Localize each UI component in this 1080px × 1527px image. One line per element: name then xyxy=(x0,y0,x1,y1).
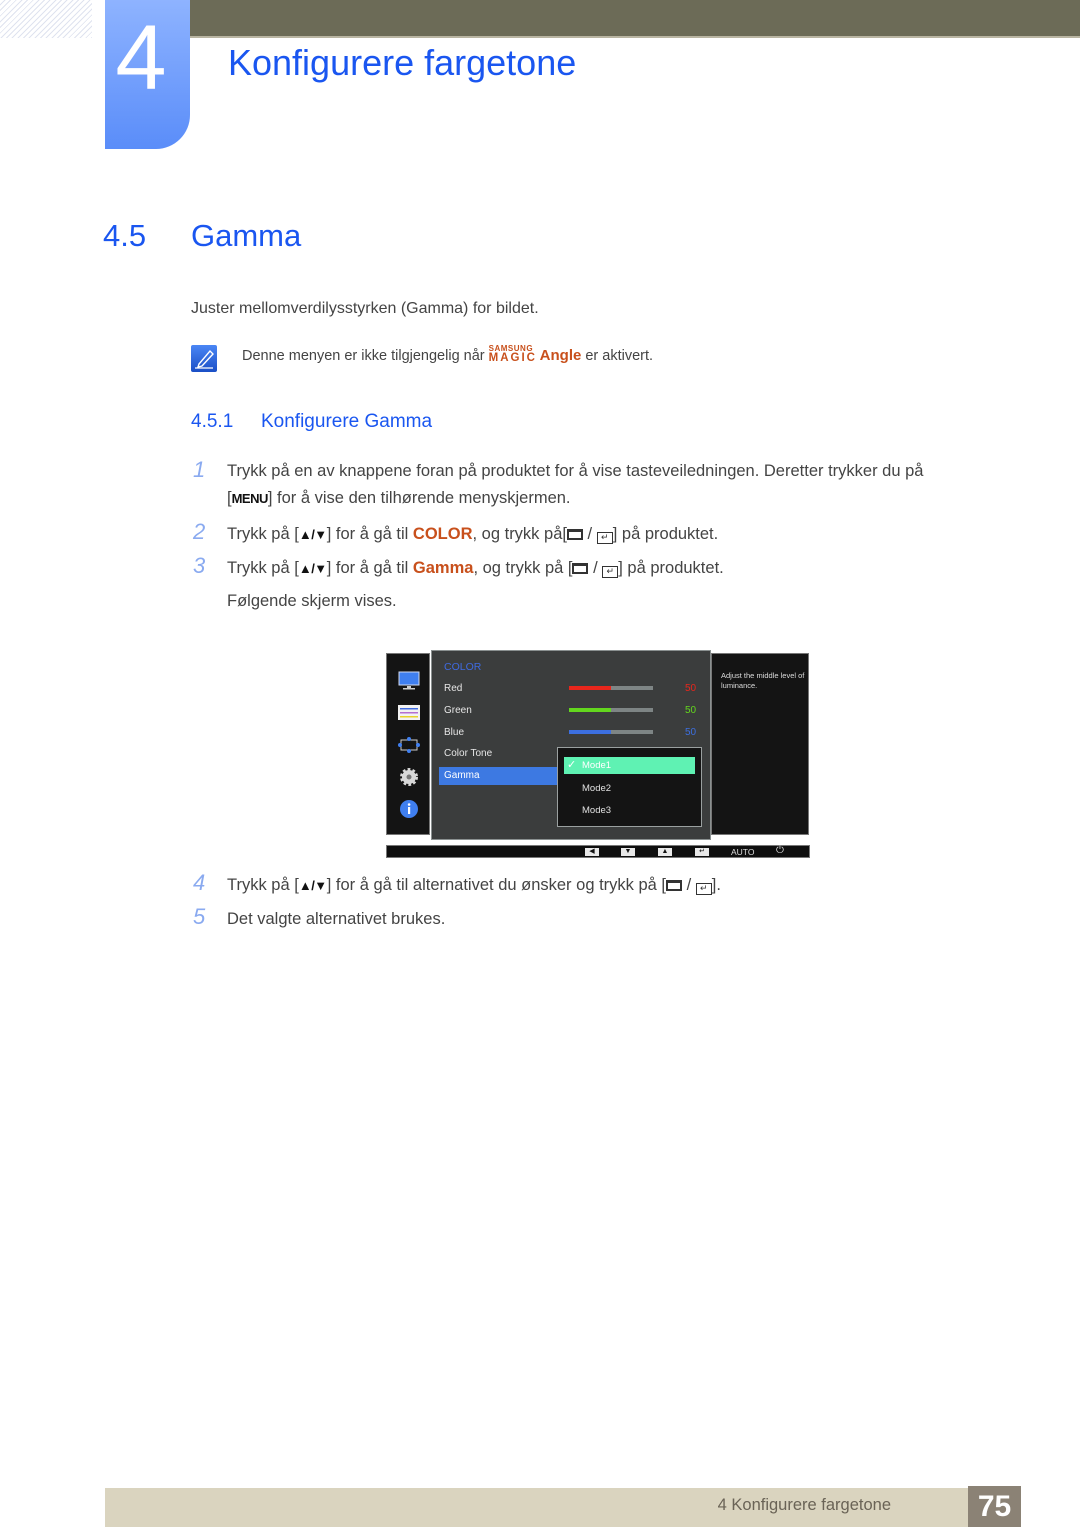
step-text: Trykk på [▲/▼] for å gå til Gamma, og tr… xyxy=(227,559,724,578)
blue-slider[interactable] xyxy=(569,730,653,734)
osd-item-green[interactable]: Green xyxy=(444,705,472,716)
power-icon[interactable]: ⏻ xyxy=(776,845,784,857)
section-intro: Juster mellomverdilysstyrken (Gamma) for… xyxy=(191,300,539,317)
up-down-arrow-icon: ▲/▼ xyxy=(298,527,327,542)
step-number: 1 xyxy=(193,457,206,482)
subsection-title: Konfigurere Gamma xyxy=(261,411,433,432)
red-value: 50 xyxy=(685,683,697,694)
osd-item-color-tone[interactable]: Color Tone xyxy=(444,748,492,759)
auto-key[interactable]: AUTO xyxy=(731,846,754,858)
osd-help-text: Adjust the middle level of luminance. xyxy=(721,671,805,690)
size-position-icon xyxy=(398,737,420,753)
source-icon xyxy=(572,563,589,574)
step-number: 5 xyxy=(193,904,206,929)
picture-icon xyxy=(398,671,420,690)
source-icon xyxy=(666,880,683,891)
step-text: [MENU] for å vise den tilhørende menyskj… xyxy=(227,489,571,507)
enter-key-icon[interactable]: ↵ xyxy=(695,848,709,856)
header-bar xyxy=(160,0,1080,38)
osd-color-menu: COLOR Red 50 Green 50 Blue 50 Color Tone… xyxy=(431,650,711,840)
gamma-options-popup: ✓ Mode1 Mode2 Mode3 xyxy=(557,747,702,827)
osd-side-menu xyxy=(386,653,430,835)
up-down-arrow-icon: ▲/▼ xyxy=(298,561,327,576)
samsung-magic-logo: SAMSUNG MAGIC xyxy=(488,344,537,364)
green-slider[interactable] xyxy=(569,708,653,712)
osd-item-red[interactable]: Red xyxy=(444,683,462,694)
page-footer: 4 Konfigurere fargetone xyxy=(105,1488,1021,1527)
step-text: Trykk på [▲/▼] for å gå til COLOR, og tr… xyxy=(227,525,719,544)
settings-gear-icon xyxy=(400,768,418,786)
osd-help-panel: Adjust the middle level of luminance. xyxy=(711,653,809,835)
green-value: 50 xyxy=(685,705,697,716)
green-slider-fill xyxy=(569,708,611,712)
option-mode2[interactable]: Mode2 xyxy=(564,780,695,797)
step-text: Trykk på [▲/▼] for å gå til alternativet… xyxy=(227,876,721,895)
enter-icon: ↵ xyxy=(695,883,712,895)
footer-chapter: 4 Konfigurere fargetone xyxy=(717,1496,891,1514)
checkmark-icon: ✓ xyxy=(567,759,577,771)
osd-item-blue[interactable]: Blue xyxy=(444,727,464,738)
blue-value: 50 xyxy=(685,727,697,738)
left-key-icon[interactable]: ◀ xyxy=(585,848,599,856)
menu-key: MENU xyxy=(231,491,269,506)
up-key-icon[interactable]: ▲ xyxy=(658,848,672,856)
note-pencil-icon xyxy=(191,345,217,372)
step-number: 3 xyxy=(193,553,206,578)
section-number: 4.5 xyxy=(103,218,147,253)
page-number: 75 xyxy=(968,1486,1021,1527)
up-down-arrow-icon: ▲/▼ xyxy=(298,878,327,893)
option-mode1[interactable]: ✓ Mode1 xyxy=(564,757,695,774)
source-icon xyxy=(566,529,583,540)
decorative-hatch xyxy=(0,0,92,38)
step-text: Trykk på en av knappene foran på produkt… xyxy=(227,462,924,480)
red-slider-fill xyxy=(569,686,611,690)
step-number: 2 xyxy=(193,519,206,544)
osd-key-guide: ◀ ▼ ▲ ↵ AUTO ⏻ xyxy=(386,845,810,858)
information-icon xyxy=(400,800,418,818)
chapter-number: 4 xyxy=(115,7,167,109)
enter-icon: ↵ xyxy=(602,566,619,578)
chapter-title: Konfigurere fargetone xyxy=(228,42,577,83)
subsection-number: 4.5.1 xyxy=(191,411,234,432)
section-title: Gamma xyxy=(191,218,302,253)
step-text: Følgende skjerm vises. xyxy=(227,592,397,610)
chapter-tab: 4 xyxy=(105,0,190,149)
step-number: 4 xyxy=(193,870,206,895)
option-mode3[interactable]: Mode3 xyxy=(564,802,695,819)
red-slider[interactable] xyxy=(569,686,653,690)
down-key-icon[interactable]: ▼ xyxy=(621,848,635,856)
enter-icon: ↵ xyxy=(596,532,613,544)
osd-item-gamma[interactable]: Gamma xyxy=(444,770,480,781)
onscreen-display-icon xyxy=(398,705,420,720)
blue-slider-fill xyxy=(569,730,611,734)
osd-heading: COLOR xyxy=(444,661,482,673)
step-text: Det valgte alternativet brukes. xyxy=(227,910,446,928)
note-text: Denne menyen er ikke tilgjengelig når SA… xyxy=(242,344,654,364)
